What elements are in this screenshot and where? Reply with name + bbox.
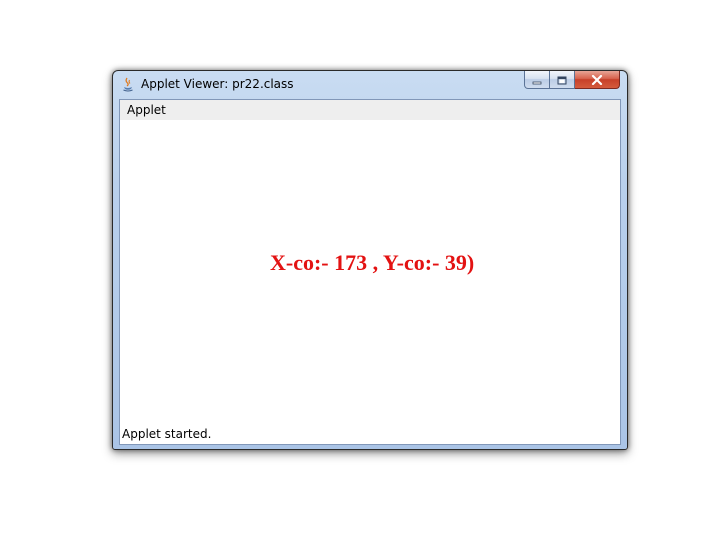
applet-canvas[interactable]: X-co:- 173 , Y-co:- 39) bbox=[120, 120, 620, 426]
status-text: Applet started. bbox=[122, 427, 212, 441]
applet-viewer-window: Applet Viewer: pr22.class Applet X-co:- … bbox=[112, 70, 628, 450]
minimize-button[interactable] bbox=[524, 71, 550, 89]
java-icon[interactable] bbox=[121, 77, 135, 92]
maximize-button[interactable] bbox=[550, 71, 575, 89]
applet-client-area: Applet X-co:- 173 , Y-co:- 39) Applet st… bbox=[119, 99, 621, 445]
status-bar: Applet started. bbox=[120, 426, 620, 444]
mouse-coordinates-text: X-co:- 173 , Y-co:- 39) bbox=[270, 250, 475, 275]
title-bar[interactable]: Applet Viewer: pr22.class bbox=[113, 71, 627, 97]
maximize-icon bbox=[557, 70, 567, 89]
window-title: Applet Viewer: pr22.class bbox=[141, 77, 294, 91]
menu-applet[interactable]: Applet bbox=[127, 103, 166, 117]
menu-bar: Applet bbox=[120, 100, 620, 120]
close-icon bbox=[591, 70, 603, 89]
caption-buttons bbox=[524, 71, 620, 90]
close-button[interactable] bbox=[575, 71, 620, 89]
minimize-icon bbox=[532, 70, 542, 89]
